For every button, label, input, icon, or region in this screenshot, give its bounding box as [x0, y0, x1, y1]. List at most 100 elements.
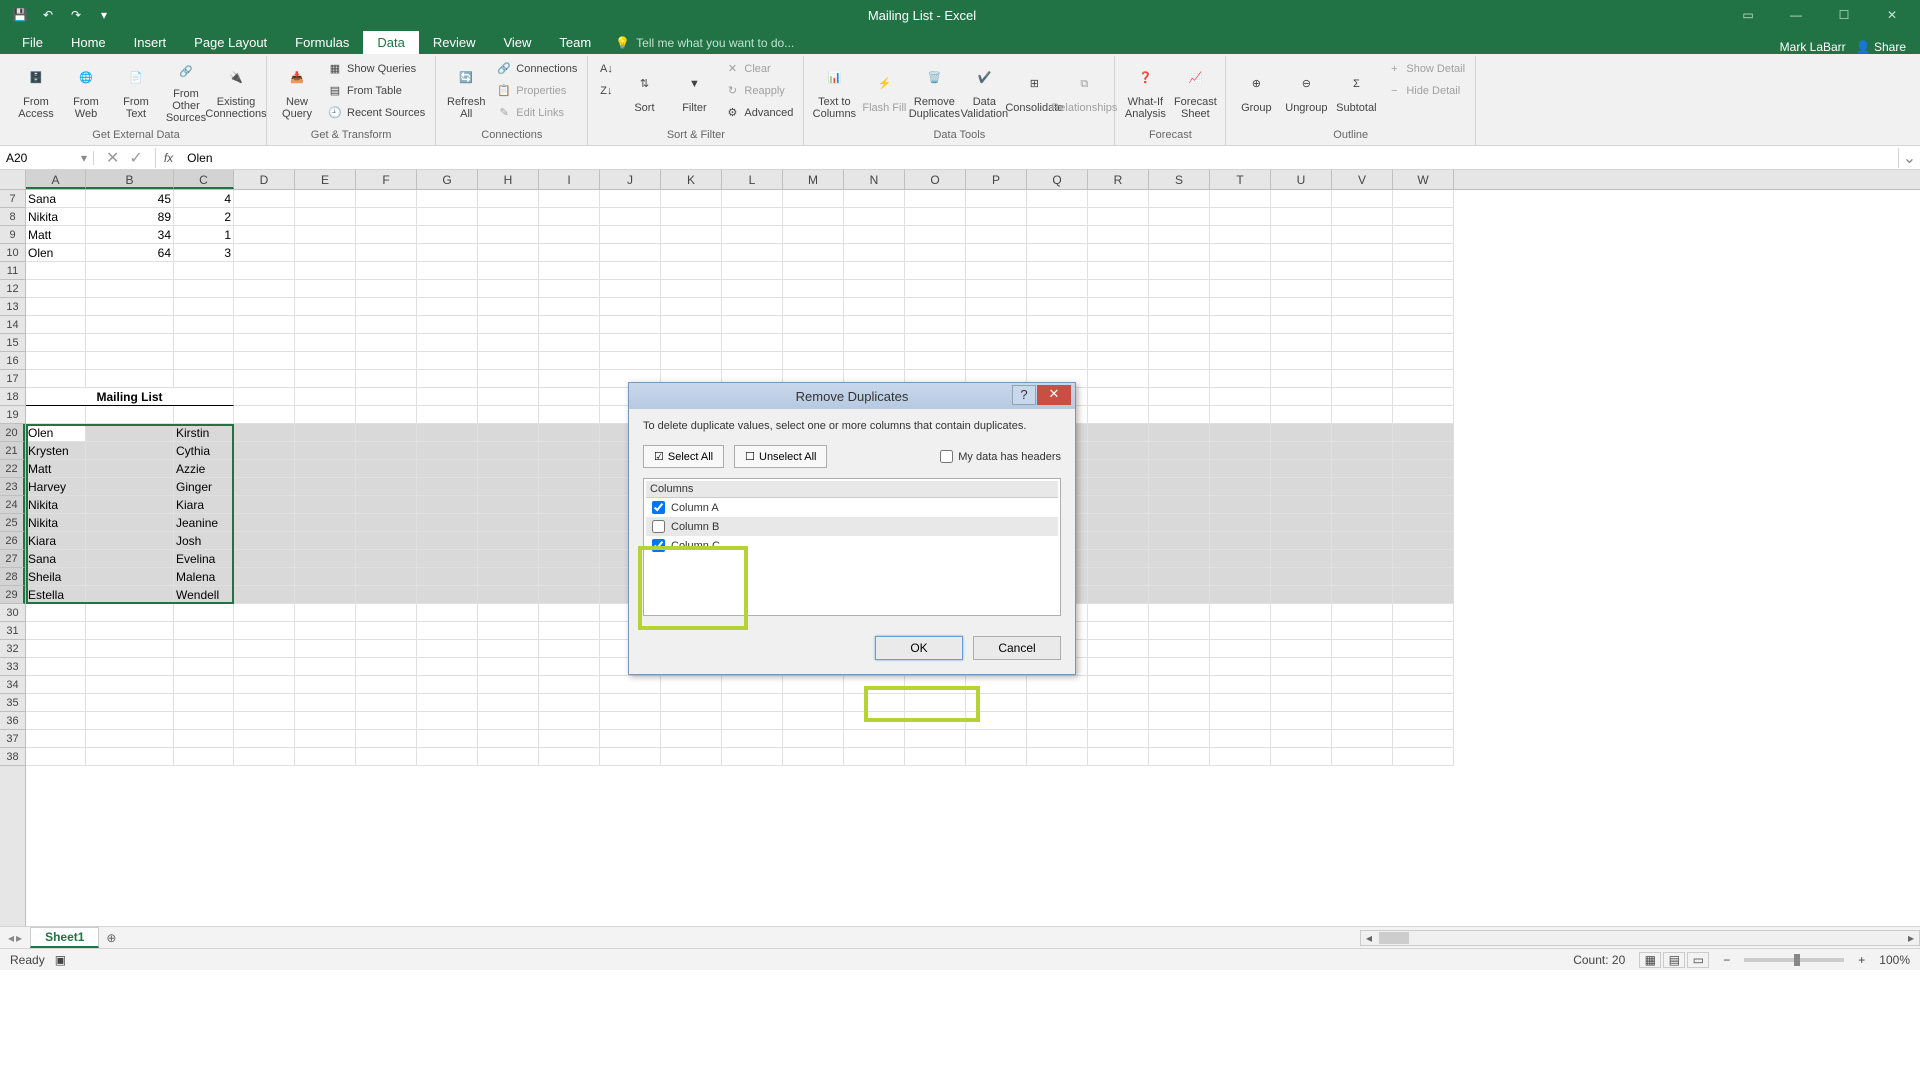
cell[interactable] — [295, 622, 356, 640]
cell[interactable] — [1088, 244, 1149, 262]
cell[interactable] — [722, 316, 783, 334]
cell[interactable] — [478, 478, 539, 496]
cell[interactable] — [1332, 334, 1393, 352]
cell[interactable] — [844, 316, 905, 334]
clear-filter-button[interactable]: ✕Clear — [720, 58, 797, 79]
cell[interactable] — [1088, 532, 1149, 550]
zoom-level[interactable]: 100% — [1879, 953, 1910, 967]
cell[interactable] — [1027, 316, 1088, 334]
cell[interactable] — [783, 316, 844, 334]
cell[interactable] — [356, 370, 417, 388]
cell[interactable] — [295, 586, 356, 604]
column-checkbox-c[interactable]: Column C — [646, 536, 1058, 555]
cell[interactable] — [86, 460, 174, 478]
tab-view[interactable]: View — [489, 31, 545, 54]
cell[interactable] — [417, 190, 478, 208]
cell[interactable] — [1332, 640, 1393, 658]
cell[interactable] — [86, 550, 174, 568]
cell[interactable] — [86, 298, 174, 316]
ungroup-button[interactable]: ⊖Ungroup — [1282, 58, 1330, 124]
cell[interactable] — [1088, 748, 1149, 766]
cell[interactable] — [174, 280, 234, 298]
cell[interactable] — [1088, 280, 1149, 298]
sheet-tab-sheet1[interactable]: Sheet1 — [30, 927, 99, 948]
row-header[interactable]: 8 — [0, 208, 25, 226]
cell[interactable] — [295, 370, 356, 388]
cell[interactable] — [1210, 460, 1271, 478]
cell[interactable] — [1393, 478, 1454, 496]
cell[interactable] — [356, 262, 417, 280]
cell[interactable] — [295, 316, 356, 334]
cell[interactable] — [86, 352, 174, 370]
cell[interactable] — [539, 478, 600, 496]
cell[interactable] — [295, 604, 356, 622]
cell[interactable] — [1088, 442, 1149, 460]
cell[interactable] — [844, 262, 905, 280]
cell[interactable] — [174, 694, 234, 712]
cell[interactable] — [722, 712, 783, 730]
cell[interactable] — [539, 748, 600, 766]
cell[interactable]: Nikita — [26, 496, 86, 514]
cell[interactable] — [86, 676, 174, 694]
cell[interactable] — [1271, 442, 1332, 460]
cell[interactable] — [966, 334, 1027, 352]
cell[interactable] — [966, 262, 1027, 280]
cell[interactable] — [661, 712, 722, 730]
row-header[interactable]: 37 — [0, 730, 25, 748]
sort-desc-button[interactable]: Z↓ — [594, 80, 618, 101]
cell[interactable] — [478, 514, 539, 532]
sort-asc-button[interactable]: A↓ — [594, 58, 618, 79]
cell[interactable] — [295, 424, 356, 442]
cell[interactable] — [86, 370, 174, 388]
nav-next-icon[interactable]: ▸ — [16, 931, 22, 945]
dialog-help-button[interactable]: ? — [1012, 385, 1036, 405]
cell[interactable] — [661, 190, 722, 208]
cell[interactable] — [86, 622, 174, 640]
cell[interactable] — [966, 208, 1027, 226]
cell[interactable] — [1088, 262, 1149, 280]
cell[interactable] — [1332, 550, 1393, 568]
cell[interactable] — [1088, 550, 1149, 568]
cell[interactable] — [86, 568, 174, 586]
cell[interactable] — [1271, 694, 1332, 712]
cell[interactable] — [26, 262, 86, 280]
cell[interactable] — [1332, 280, 1393, 298]
cell[interactable] — [600, 280, 661, 298]
cell[interactable] — [1271, 514, 1332, 532]
cell[interactable] — [478, 532, 539, 550]
column-header[interactable]: D — [234, 170, 295, 189]
cell[interactable] — [26, 712, 86, 730]
cell[interactable] — [356, 406, 417, 424]
cell[interactable] — [1271, 280, 1332, 298]
cell[interactable] — [295, 208, 356, 226]
cell[interactable] — [234, 244, 295, 262]
name-box[interactable]: A20▾ — [0, 151, 94, 165]
cell[interactable] — [783, 730, 844, 748]
cell[interactable] — [1393, 532, 1454, 550]
advanced-filter-button[interactable]: ⚙Advanced — [720, 102, 797, 123]
cell[interactable] — [1271, 262, 1332, 280]
cell[interactable] — [783, 226, 844, 244]
cell[interactable] — [478, 712, 539, 730]
tab-home[interactable]: Home — [57, 31, 120, 54]
from-other-sources-button[interactable]: 🔗From Other Sources — [162, 58, 210, 124]
cell[interactable] — [1271, 478, 1332, 496]
cell[interactable] — [234, 406, 295, 424]
cell[interactable] — [1210, 280, 1271, 298]
cell[interactable] — [844, 334, 905, 352]
cell[interactable]: 89 — [86, 208, 174, 226]
cell[interactable] — [1332, 604, 1393, 622]
cell[interactable] — [1271, 586, 1332, 604]
cell[interactable] — [356, 622, 417, 640]
cell[interactable] — [295, 712, 356, 730]
cell[interactable] — [1027, 244, 1088, 262]
cell[interactable] — [1210, 424, 1271, 442]
column-header[interactable]: E — [295, 170, 356, 189]
normal-view-button[interactable]: ▦ — [1639, 952, 1661, 968]
cell[interactable] — [174, 334, 234, 352]
cell[interactable] — [417, 514, 478, 532]
cell[interactable] — [1271, 712, 1332, 730]
cell[interactable] — [174, 370, 234, 388]
cell[interactable] — [26, 316, 86, 334]
horizontal-scrollbar[interactable]: ◂▸ — [1360, 930, 1920, 946]
